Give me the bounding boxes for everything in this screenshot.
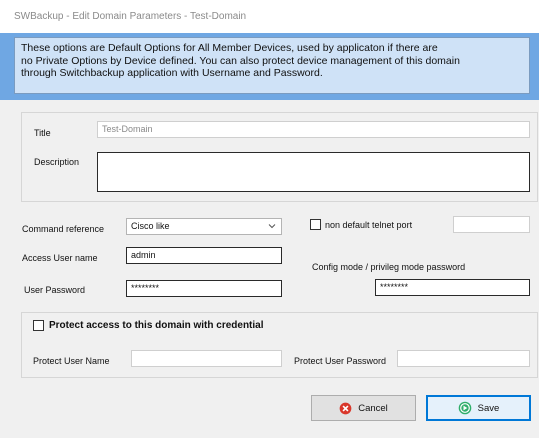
cancel-x-circle-icon [339, 402, 352, 414]
protect-password-label: Protect User Password [294, 356, 387, 366]
title-field[interactable]: Test-Domain [97, 121, 530, 138]
non-default-telnet-label: non default telnet port [325, 220, 413, 230]
config-mode-password-field[interactable]: ******** [375, 279, 530, 296]
save-button[interactable]: Save [426, 395, 531, 421]
edit-domain-window: SWBackup - Edit Domain Parameters - Test… [0, 0, 539, 438]
info-line-3: through Switchbackup application with Us… [21, 67, 323, 79]
cancel-label: Cancel [358, 402, 388, 414]
protect-user-name-label: Protect User Name [33, 356, 110, 366]
command-reference-value: Cisco like [131, 221, 170, 231]
non-default-telnet-checkbox[interactable] [310, 219, 321, 230]
protect-user-name-field[interactable] [131, 350, 282, 367]
info-line-2: no Private Options by Device defined. Yo… [21, 54, 460, 67]
description-field[interactable] [97, 152, 530, 192]
command-reference-label: Command reference [22, 224, 105, 234]
protect-access-checkbox[interactable] [33, 320, 44, 331]
window-title: SWBackup - Edit Domain Parameters - Test… [14, 11, 247, 22]
info-box: These options are Default Options for Al… [14, 37, 530, 94]
access-user-field[interactable]: admin [126, 247, 282, 264]
user-password-field[interactable]: ******** [126, 280, 282, 297]
config-mode-label: Config mode / privileg mode password [312, 262, 466, 272]
save-label: Save [477, 402, 500, 414]
access-user-label: Access User name [22, 253, 98, 263]
command-reference-select[interactable]: Cisco like [126, 218, 282, 235]
save-arrow-circle-icon [458, 401, 471, 415]
cancel-button[interactable]: Cancel [311, 395, 416, 421]
user-password-label: User Password [24, 285, 86, 295]
info-line-1: These options are Default Options for Al… [21, 42, 438, 54]
info-band: These options are Default Options for Al… [0, 33, 539, 100]
telnet-port-field[interactable] [453, 216, 530, 233]
description-label: Description [34, 157, 80, 167]
protect-password-field[interactable] [397, 350, 530, 367]
protect-access-label: Protect access to this domain with crede… [49, 320, 264, 331]
title-label: Title [34, 128, 51, 138]
chevron-down-icon [268, 224, 276, 229]
